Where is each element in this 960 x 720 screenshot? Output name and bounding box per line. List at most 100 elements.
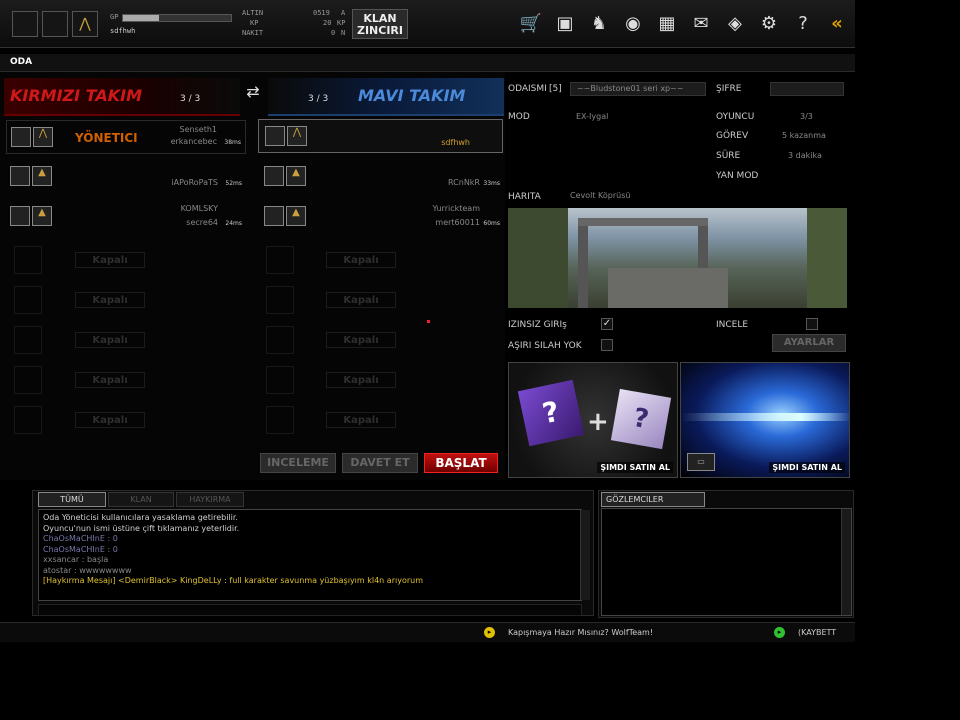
red-team-name: KIRMIZI TAKIM <box>10 86 142 105</box>
room-title: ODA <box>10 57 33 67</box>
mission-value: 5 kazanma <box>782 131 826 140</box>
clan-button-line2: ZINCIRI <box>356 24 403 37</box>
username: sdfhwh <box>110 27 136 35</box>
player-ping: 60ms <box>483 220 500 227</box>
nakit-suffix: N <box>341 29 346 37</box>
red-slot-3[interactable]: ▲ KOMLSKY secre64 24ms <box>6 200 246 234</box>
clan-badge-icon <box>11 127 31 147</box>
inspect-checkbox[interactable] <box>806 318 818 330</box>
closed-slot-label[interactable]: Kapalı <box>326 252 396 268</box>
ticker-message-1: Kapışmaya Hazır Mısınız? WolfTeam! <box>508 628 654 637</box>
fire-icon[interactable]: ◉ <box>621 12 645 36</box>
player-name: RCnNkR <box>448 178 480 187</box>
save-icon[interactable]: ▣ <box>553 12 577 36</box>
player-ping: 52ms <box>225 180 242 187</box>
closed-slot-label[interactable]: Kapalı <box>75 292 145 308</box>
tab-shout[interactable]: HAYKIRMA <box>176 492 244 507</box>
player-clan: Yurrickteam <box>432 204 480 213</box>
sd-icon: ▭ <box>687 453 715 471</box>
tab-clan[interactable]: KLAN <box>108 492 174 507</box>
tab-all[interactable]: TÜMÜ <box>38 492 106 507</box>
clan-badge-icon <box>264 206 284 226</box>
room-name-value: ~~Bludstone01 seri xp~~ <box>577 84 684 93</box>
mail-icon[interactable]: ✉ <box>689 12 713 36</box>
blue-slot-3[interactable]: ▲ Yurrickteam mert60011 60ms <box>260 200 500 234</box>
mode-label: MOD <box>508 112 530 122</box>
swap-team-icon[interactable]: ⇄ <box>242 82 264 104</box>
clan-chain-button[interactable]: KLAN ZINCIRI <box>352 9 408 39</box>
closed-slot-label[interactable]: Kapalı <box>326 372 396 388</box>
avatar[interactable] <box>12 11 38 37</box>
chat-line: Oyuncu'nun ismi üstüne çift tıklamanız y… <box>43 523 240 533</box>
gp-label: GP <box>110 13 119 21</box>
observers-scrollbar[interactable] <box>841 509 851 615</box>
clan-badge-icon <box>10 206 30 226</box>
closed-slot-label[interactable]: Kapalı <box>75 332 145 348</box>
empty-slot <box>14 286 42 314</box>
closed-slot-label[interactable]: Kapalı <box>75 372 145 388</box>
no-unauthorized-entry-checkbox[interactable]: ✓ <box>601 318 613 330</box>
observers-title: GÖZLEMCILER <box>601 492 705 507</box>
empty-slot <box>266 406 294 434</box>
no-heavy-weapons-checkbox[interactable] <box>601 339 613 351</box>
cart-icon[interactable]: 🛒 <box>519 12 543 36</box>
time-value: 3 dakika <box>788 151 822 160</box>
weapon-promo[interactable]: ▭ ŞIMDI SATIN AL <box>680 362 850 478</box>
room-master-badge: YÖNETICI <box>75 131 138 145</box>
gift-icon[interactable]: ▦ <box>655 12 679 36</box>
time-label: SÜRE <box>716 151 741 161</box>
start-button[interactable]: BAŞLAT <box>424 453 498 473</box>
player-ping: 24ms <box>225 220 242 227</box>
players-value: 3/3 <box>800 112 813 121</box>
chat-input[interactable] <box>38 604 582 616</box>
red-team-header: KIRMIZI TAKIM 3 / 3 <box>4 78 240 116</box>
inspect-button[interactable]: INCELEME <box>260 453 336 473</box>
closed-slot-label[interactable]: Kapalı <box>326 412 396 428</box>
collapse-icon[interactable]: « <box>825 12 849 36</box>
side-mode-label: YAN MOD <box>716 171 759 181</box>
wolf-icon[interactable]: ♞ <box>587 12 611 36</box>
room-name-field[interactable]: ~~Bludstone01 seri xp~~ <box>570 82 706 96</box>
closed-slot-label[interactable]: Kapalı <box>75 412 145 428</box>
settings-button[interactable]: AYARLAR <box>772 334 846 352</box>
help-icon[interactable]: ? <box>791 12 815 36</box>
buy-now-button[interactable]: ŞIMDI SATIN AL <box>769 462 845 473</box>
red-slot-1[interactable]: ⋀ YÖNETICI Senseth1 erkancebec 38ms <box>6 120 246 154</box>
empty-slot <box>14 326 42 354</box>
altin-value: 0519 <box>313 9 330 17</box>
empty-slot <box>14 246 42 274</box>
blue-team-header: 3 / 3 MAVI TAKIM <box>268 78 504 116</box>
clan-badge-icon <box>265 126 285 146</box>
mystery-box-promo[interactable]: ? + ? ŞIMDI SATIN AL <box>508 362 678 478</box>
closed-slot-label[interactable]: Kapalı <box>326 292 396 308</box>
chat-line: atostar : wwwwwwww <box>43 565 132 575</box>
chat-line: ChaOsMaCHInE : 0 <box>43 544 118 554</box>
plus-icon: + <box>587 407 609 437</box>
chat-line: xxsancar : başla <box>43 555 109 564</box>
rank-icon: ⋀ <box>33 127 53 147</box>
altin-label: ALTIN <box>242 9 264 17</box>
kp-suffix: KP <box>337 19 346 27</box>
chat-line: Oda Yöneticisi kullanıcılara yasaklama g… <box>43 513 238 522</box>
player-name: secre64 <box>186 218 218 227</box>
closed-slot-label[interactable]: Kapalı <box>75 252 145 268</box>
empty-slot <box>266 286 294 314</box>
top-bar: ⋀ GP sdfhwh ALTIN KP NAKIT 0519 20 0 A K… <box>0 0 855 48</box>
rank-icon: ⋀ <box>287 126 307 146</box>
blue-slot-2[interactable]: ▲ RCnNkR 33ms <box>260 160 500 194</box>
mode-value: EX-Iygal <box>576 112 609 121</box>
invite-button[interactable]: DAVET ET <box>342 453 418 473</box>
card-icon[interactable]: ◈ <box>723 12 747 36</box>
red-slot-2[interactable]: ▲ iAPoRoPaTS 52ms <box>6 160 246 194</box>
clan-badge-icon <box>264 166 284 186</box>
buy-now-button[interactable]: ŞIMDI SATIN AL <box>597 462 673 473</box>
mystery-box-icon: ? <box>517 379 585 447</box>
closed-slot-label[interactable]: Kapalı <box>326 332 396 348</box>
empty-slot <box>266 246 294 274</box>
info-icon: ▸ <box>774 627 785 638</box>
password-field[interactable] <box>770 82 844 96</box>
chat-scrollbar[interactable] <box>580 510 590 600</box>
player-name: iAPoRoPaTS <box>171 178 218 187</box>
gear-icon[interactable]: ⚙ <box>757 12 781 36</box>
blue-slot-1[interactable]: ⋀ sdfhwh <box>258 119 503 153</box>
